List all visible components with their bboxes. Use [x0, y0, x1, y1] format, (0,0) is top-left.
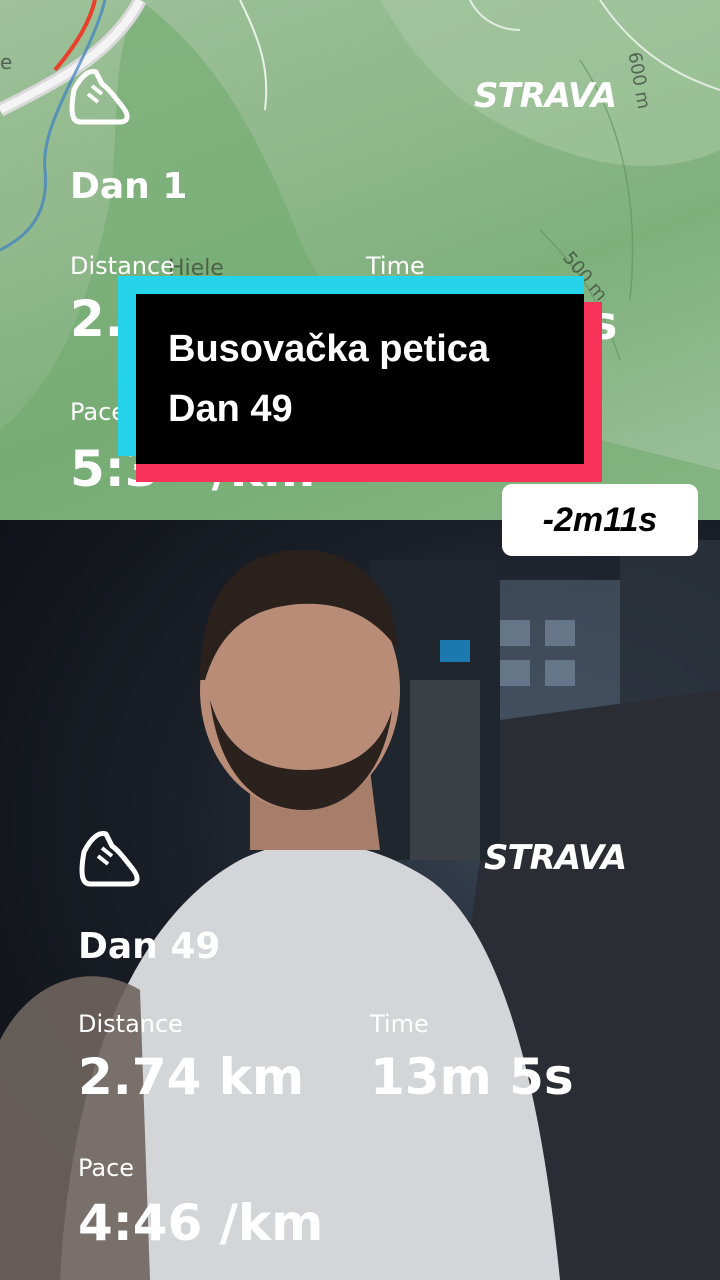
distance-value: 2. — [70, 290, 124, 348]
time-difference-badge: -2m11s — [502, 484, 698, 556]
title-card-body — [136, 294, 584, 464]
video-title-card: Busovačka petica Dan 49 — [118, 276, 602, 482]
activity-title: Dan 49 — [78, 926, 221, 967]
running-shoe-icon — [69, 69, 130, 125]
title-line-1: Busovačka petica — [168, 328, 490, 370]
strava-logo: STRAVA — [484, 838, 627, 878]
title-line-2: Dan 49 — [168, 388, 293, 430]
strava-logo: STRAVA — [474, 76, 617, 116]
distance-value: 2.74 km — [78, 1048, 305, 1106]
selfie-photo-panel: STRAVA Dan 49 Distance Time 2.74 km 13m … — [0, 520, 720, 1280]
pace-value: 4:46 /km — [78, 1194, 324, 1252]
time-value: 13m 5s — [370, 1048, 574, 1106]
time-label: Time — [370, 1010, 429, 1038]
activity-title: Dan 1 — [70, 166, 188, 207]
running-shoe-icon — [79, 831, 140, 887]
map-label-e: e — [0, 50, 13, 74]
pace-label: Pace — [78, 1154, 135, 1182]
distance-label: Distance — [78, 1010, 183, 1038]
